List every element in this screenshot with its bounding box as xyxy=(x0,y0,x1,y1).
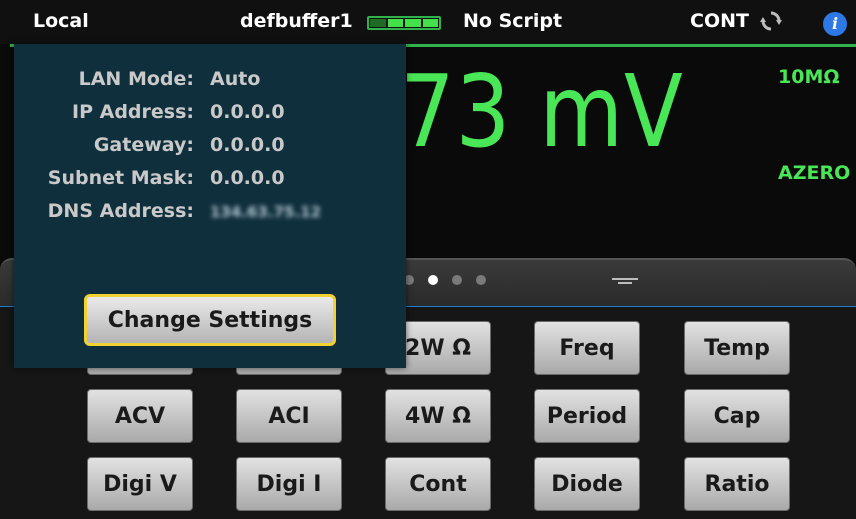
dns-address-label: DNS Address: xyxy=(47,200,194,222)
swipe-page-dot-active[interactable] xyxy=(428,275,438,285)
function-button-ratio[interactable]: Ratio xyxy=(684,457,790,511)
dns-address-value: 134.63.75.12 xyxy=(210,203,322,221)
swipe-handle-icon[interactable] xyxy=(612,278,638,284)
lan-row-dns: DNS Address: 134.63.75.12 xyxy=(14,200,406,230)
trigger-mode-indicator[interactable]: CONT xyxy=(690,10,749,32)
lan-mode-label: LAN Mode: xyxy=(78,68,194,90)
function-button-4w-ohm[interactable]: 4W Ω xyxy=(385,389,491,443)
function-button-digi-i[interactable]: Digi I xyxy=(236,457,342,511)
status-bar: Local defbuffer1 No Script CONT i xyxy=(0,0,856,44)
measurement-reading: 73 mV xyxy=(400,53,684,170)
function-button-cont[interactable]: Cont xyxy=(385,457,491,511)
battery-level-icon xyxy=(367,16,441,30)
lan-mode-value: Auto xyxy=(210,68,261,90)
lan-row-gateway: Gateway: 0.0.0.0 xyxy=(14,134,406,164)
info-icon[interactable]: i xyxy=(823,12,847,36)
buffer-indicator[interactable]: defbuffer1 xyxy=(240,10,353,32)
change-settings-button[interactable]: Change Settings xyxy=(84,294,336,346)
ip-address-label: IP Address: xyxy=(72,101,194,123)
swipe-page-dot[interactable] xyxy=(452,275,462,285)
script-indicator[interactable]: No Script xyxy=(463,10,562,32)
function-button-freq[interactable]: Freq xyxy=(534,321,640,375)
lan-row-subnet: Subnet Mask: 0.0.0.0 xyxy=(14,167,406,197)
swipe-page-dot[interactable] xyxy=(476,275,486,285)
input-impedance-indicator[interactable]: 10MΩ xyxy=(778,66,840,88)
gateway-value: 0.0.0.0 xyxy=(210,134,285,156)
function-button-temp[interactable]: Temp xyxy=(684,321,790,375)
lan-row-ip: IP Address: 0.0.0.0 xyxy=(14,101,406,131)
subnet-mask-value: 0.0.0.0 xyxy=(210,167,285,189)
mode-indicator[interactable]: Local xyxy=(33,10,89,32)
function-button-aci[interactable]: ACI xyxy=(236,389,342,443)
gateway-label: Gateway: xyxy=(93,134,194,156)
continuous-trigger-icon[interactable] xyxy=(760,10,782,32)
function-button-acv[interactable]: ACV xyxy=(87,389,193,443)
function-button-diode[interactable]: Diode xyxy=(534,457,640,511)
lan-row-mode: LAN Mode: Auto xyxy=(14,68,406,98)
function-button-period[interactable]: Period xyxy=(534,389,640,443)
subnet-mask-label: Subnet Mask: xyxy=(47,167,194,189)
autozero-indicator[interactable]: AZERO xyxy=(778,162,850,184)
lan-info-popup: LAN Mode: Auto IP Address: 0.0.0.0 Gatew… xyxy=(14,44,406,368)
function-button-cap[interactable]: Cap xyxy=(684,389,790,443)
ip-address-value: 0.0.0.0 xyxy=(210,101,285,123)
function-button-digi-v[interactable]: Digi V xyxy=(87,457,193,511)
